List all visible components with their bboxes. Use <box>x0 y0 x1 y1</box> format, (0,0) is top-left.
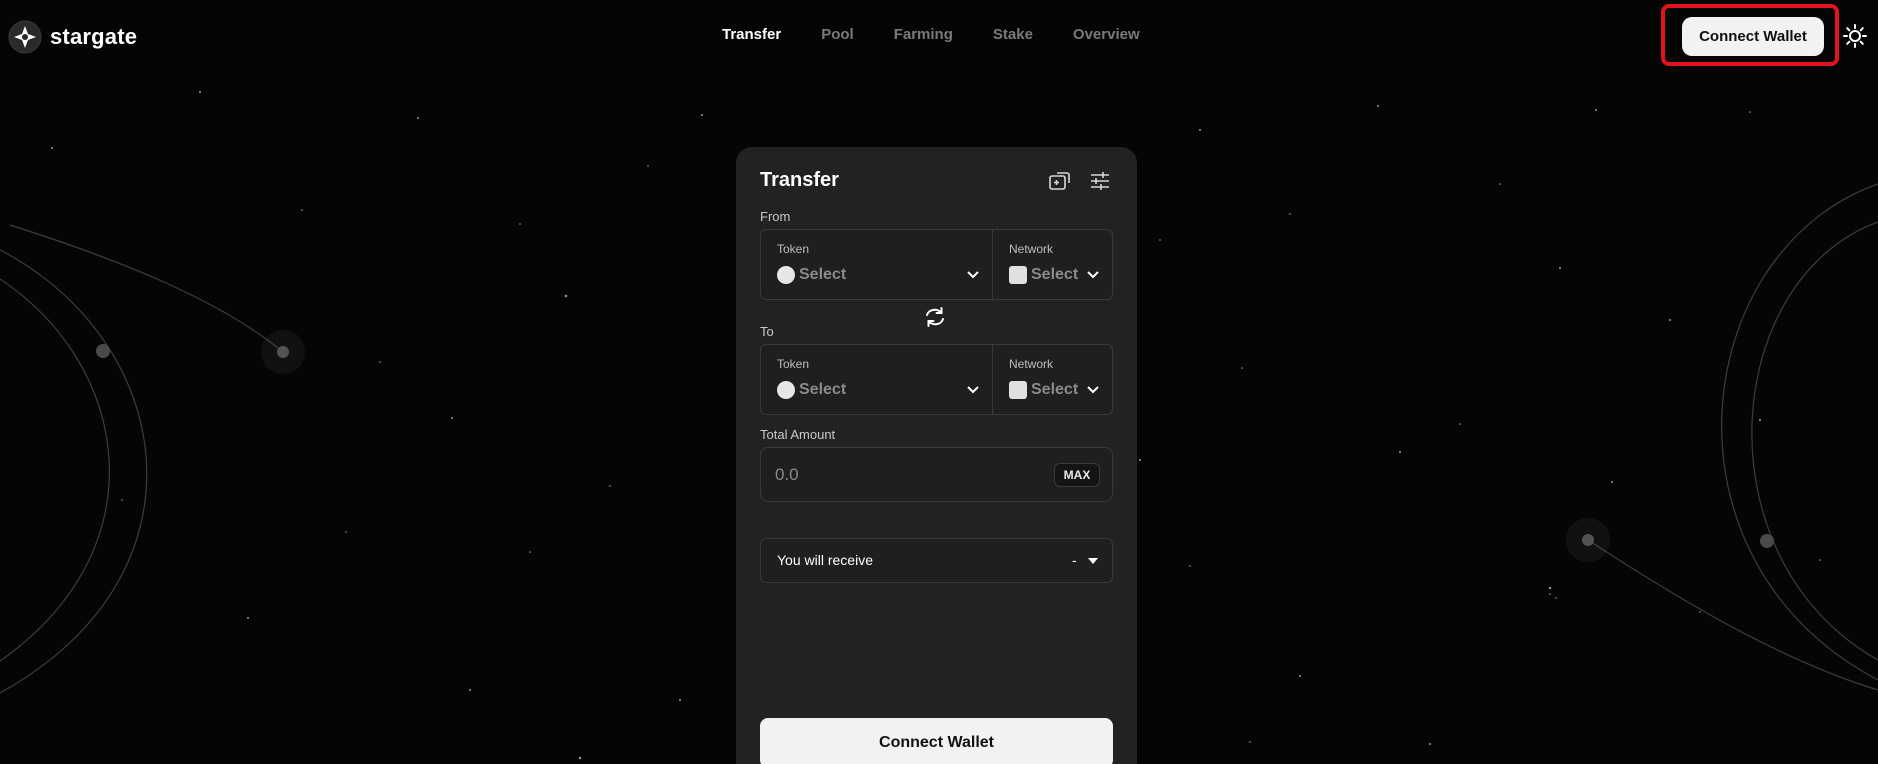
amount-field: MAX <box>760 447 1113 502</box>
to-network-label: Network <box>1009 357 1054 371</box>
to-token-text: Select <box>799 381 847 398</box>
caret-down-icon <box>1088 558 1098 564</box>
network-placeholder-icon <box>1009 381 1027 399</box>
chevron-down-icon <box>967 386 979 394</box>
to-network-text: Select <box>1031 381 1079 398</box>
brand-name: stargate <box>50 24 138 49</box>
token-placeholder-icon <box>777 381 795 399</box>
from-label: From <box>760 209 791 224</box>
nav-transfer[interactable]: Transfer <box>722 26 781 43</box>
to-network-value: Select <box>1009 381 1078 399</box>
to-network-select[interactable]: Network Select <box>993 345 1112 414</box>
receive-label: You will receive <box>777 552 873 568</box>
nav-pool[interactable]: Pool <box>821 26 854 43</box>
receive-summary[interactable]: You will receive - <box>760 538 1113 583</box>
top-header: stargate Transfer Pool Farming Stake Ove… <box>0 0 1878 72</box>
max-button[interactable]: MAX <box>1054 463 1100 487</box>
chevron-down-icon <box>1087 271 1099 279</box>
token-placeholder-icon <box>777 266 795 284</box>
to-token-value: Select <box>777 381 846 399</box>
from-network-select[interactable]: Network Select <box>993 230 1112 299</box>
to-label: To <box>760 324 774 339</box>
from-select-row: Token Select Network Select <box>760 229 1113 300</box>
amount-input[interactable] <box>775 462 1035 488</box>
from-network-value: Select <box>1009 266 1078 284</box>
nav-stake[interactable]: Stake <box>993 26 1033 43</box>
from-network-label: Network <box>1009 242 1054 256</box>
from-token-value: Select <box>777 266 846 284</box>
chevron-down-icon <box>1087 386 1099 394</box>
receive-value: - <box>1072 552 1077 568</box>
card-connect-wallet-button[interactable]: Connect Wallet <box>760 718 1113 764</box>
main-nav: Transfer Pool Farming Stake Overview <box>722 26 1140 43</box>
from-token-text: Select <box>799 266 847 283</box>
sun-icon[interactable] <box>1843 24 1867 48</box>
bridge-icon[interactable] <box>1047 169 1071 193</box>
card-title: Transfer <box>760 169 839 191</box>
header-connect-wallet-button[interactable]: Connect Wallet <box>1682 17 1824 56</box>
network-placeholder-icon <box>1009 266 1027 284</box>
nav-farming[interactable]: Farming <box>894 26 953 43</box>
chevron-down-icon <box>967 271 979 279</box>
from-token-select[interactable]: Token Select <box>761 230 993 299</box>
stargate-logo-icon <box>8 20 42 54</box>
swap-arrows-icon[interactable] <box>923 305 947 329</box>
total-amount-label: Total Amount <box>760 427 836 442</box>
stargate-logo[interactable]: stargate <box>8 20 137 54</box>
to-token-label: Token <box>777 357 810 371</box>
from-network-text: Select <box>1031 266 1079 283</box>
settings-sliders-icon[interactable] <box>1088 169 1112 193</box>
transfer-card: Transfer From Token Select Network Selec… <box>736 147 1137 764</box>
to-select-row: Token Select Network Select <box>760 344 1113 415</box>
to-token-select[interactable]: Token Select <box>761 345 993 414</box>
nav-overview[interactable]: Overview <box>1073 26 1140 43</box>
from-token-label: Token <box>777 242 810 256</box>
